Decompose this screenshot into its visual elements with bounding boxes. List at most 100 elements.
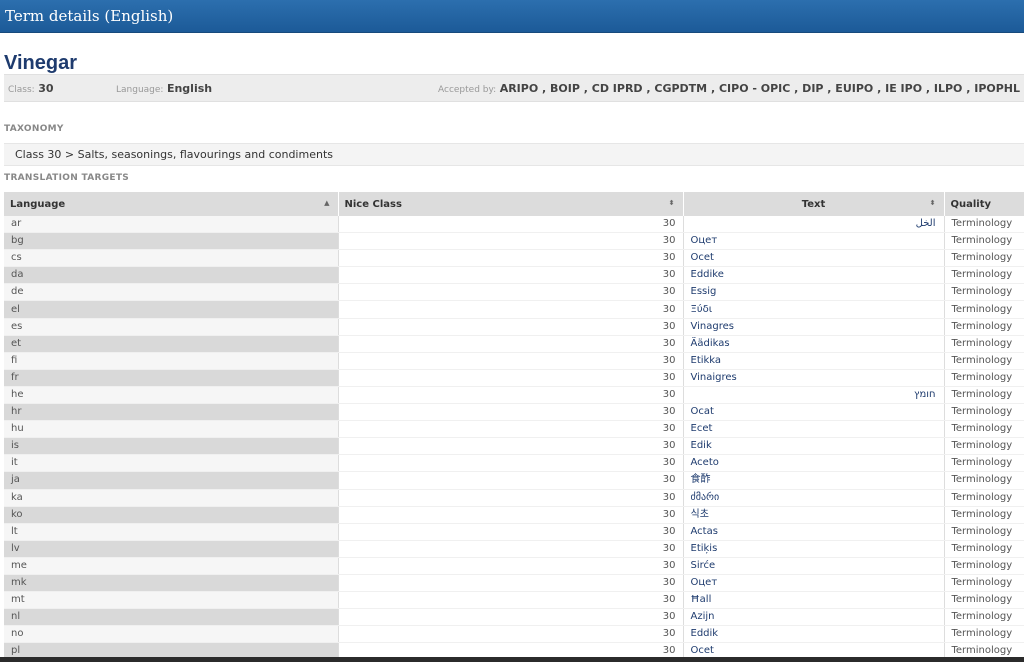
table-row: he 30 חומץ Terminology [4,386,1024,405]
translation-text-link[interactable]: 식초 [683,506,945,524]
language-label: Language: [116,84,164,95]
column-header-text[interactable]: Text ⬍ [683,192,945,216]
table-row: lv 30 Etiķis Terminology [4,540,1024,558]
table-row: hu 30 Ecet Terminology [4,420,1024,439]
table-row: fr 30 Vinaigres Terminology [4,369,1024,387]
translation-text-link[interactable]: ძმარი [683,489,945,507]
table-row: da 30 Eddike Terminology [4,266,1024,285]
translation-text-link[interactable]: Azijn [683,608,945,627]
translation-text-link[interactable]: Actas [683,523,945,541]
class-info: Class: 30 [8,82,54,95]
table-row: bg 30 Оцет Terminology [4,232,1024,251]
language-cell: it [4,454,339,473]
translation-text-link[interactable]: Ħall [683,591,945,610]
column-header-quality[interactable]: Quality [944,192,1024,216]
translation-text-link[interactable]: Eddik [683,625,945,644]
quality-cell: Terminology [944,523,1024,541]
translation-text-link[interactable]: Vinagres [683,318,945,336]
translation-text-link[interactable]: חומץ [683,386,945,405]
language-cell: he [4,386,339,405]
sort-both-icon[interactable]: ⬍ [669,199,675,207]
quality-cell: Terminology [944,369,1024,387]
sort-ascending-icon[interactable]: ▲ [324,199,329,207]
translation-text-link[interactable]: Оцет [683,574,945,593]
translation-text-link[interactable]: Edik [683,437,945,456]
column-header-label: Quality [950,198,992,210]
table-row: es 30 Vinagres Terminology [4,318,1024,336]
translation-text-link[interactable]: Essig [683,283,945,302]
nice-class-cell: 30 [338,249,684,268]
quality-cell: Terminology [944,454,1024,473]
translation-text-link[interactable]: Etiķis [683,540,945,558]
header-bar: Term details (English) [0,0,1024,33]
translation-text-link[interactable]: Sirće [683,557,945,575]
quality-cell: Terminology [944,403,1024,422]
quality-cell: Terminology [944,249,1024,268]
language-cell: es [4,318,339,336]
table-header-row: Language ▲ Nice Class ⬍ Text ⬍ Quality [4,192,1024,216]
nice-class-cell: 30 [338,403,684,422]
nice-class-cell: 30 [338,437,684,456]
table-row: ja 30 食酢 Terminology [4,471,1024,490]
translation-text-link[interactable]: Ocet [683,249,945,268]
nice-class-cell: 30 [338,591,684,610]
nice-class-cell: 30 [338,352,684,370]
language-cell: no [4,625,339,644]
translation-text-link[interactable]: الخل [683,216,945,234]
quality-cell: Terminology [944,574,1024,593]
table-row: it 30 Aceto Terminology [4,454,1024,473]
quality-cell: Terminology [944,318,1024,336]
quality-cell: Terminology [944,489,1024,507]
table-row: mk 30 Оцет Terminology [4,574,1024,593]
language-cell: bg [4,232,339,251]
accepted-by-value: ARIPO , BOIP , CD IPRD , CGPDTM , CIPO -… [499,81,1024,95]
language-cell: ja [4,471,339,490]
language-cell: cs [4,249,339,268]
table-row: lt 30 Actas Terminology [4,523,1024,541]
translation-text-link[interactable]: Etikka [683,352,945,370]
nice-class-cell: 30 [338,335,684,353]
sort-both-icon[interactable]: ⬍ [930,199,936,207]
translation-table: Language ▲ Nice Class ⬍ Text ⬍ Quality ar 30… [4,192,1024,661]
language-cell: me [4,557,339,575]
language-cell: lv [4,540,339,558]
term-info-bar: Class: 30 Language: English Accepted by:… [4,74,1024,102]
quality-cell: Terminology [944,300,1024,319]
translation-text-link[interactable]: Vinaigres [683,369,945,387]
nice-class-cell: 30 [338,523,684,541]
quality-cell: Terminology [944,540,1024,558]
quality-cell: Terminology [944,352,1024,370]
column-header-language[interactable]: Language ▲ [4,192,339,216]
class-value: 30 [38,81,54,95]
translation-targets-heading: TRANSLATION TARGETS [4,173,130,183]
language-cell: mk [4,574,339,593]
nice-class-cell: 30 [338,216,684,234]
term-title: Vinegar [4,52,77,74]
column-header-nice-class[interactable]: Nice Class ⬍ [338,192,684,216]
translation-text-link[interactable]: Ecet [683,420,945,439]
language-value: English [166,81,213,95]
quality-cell: Terminology [944,506,1024,524]
column-header-label: Language [10,198,66,210]
nice-class-cell: 30 [338,625,684,644]
language-cell: lt [4,523,339,541]
accepted-by-label: Accepted by: [438,84,497,95]
translation-text-link[interactable]: Aceto [683,454,945,473]
quality-cell: Terminology [944,420,1024,439]
nice-class-cell: 30 [338,506,684,524]
language-cell: is [4,437,339,456]
table-row: ar 30 الخل Terminology [4,216,1024,234]
translation-text-link[interactable]: Eddike [683,266,945,285]
taskbar [0,657,1024,662]
taxonomy-heading: TAXONOMY [4,124,64,134]
translation-text-link[interactable]: Оцет [683,232,945,251]
translation-text-link[interactable]: 食酢 [683,471,945,490]
translation-text-link[interactable]: Ξύδι [683,300,945,319]
translation-text-link[interactable]: Äädikas [683,335,945,353]
language-cell: mt [4,591,339,610]
quality-cell: Terminology [944,557,1024,575]
table-row: no 30 Eddik Terminology [4,625,1024,644]
translation-text-link[interactable]: Ocat [683,403,945,422]
table-row: me 30 Sirće Terminology [4,557,1024,575]
nice-class-cell: 30 [338,300,684,319]
